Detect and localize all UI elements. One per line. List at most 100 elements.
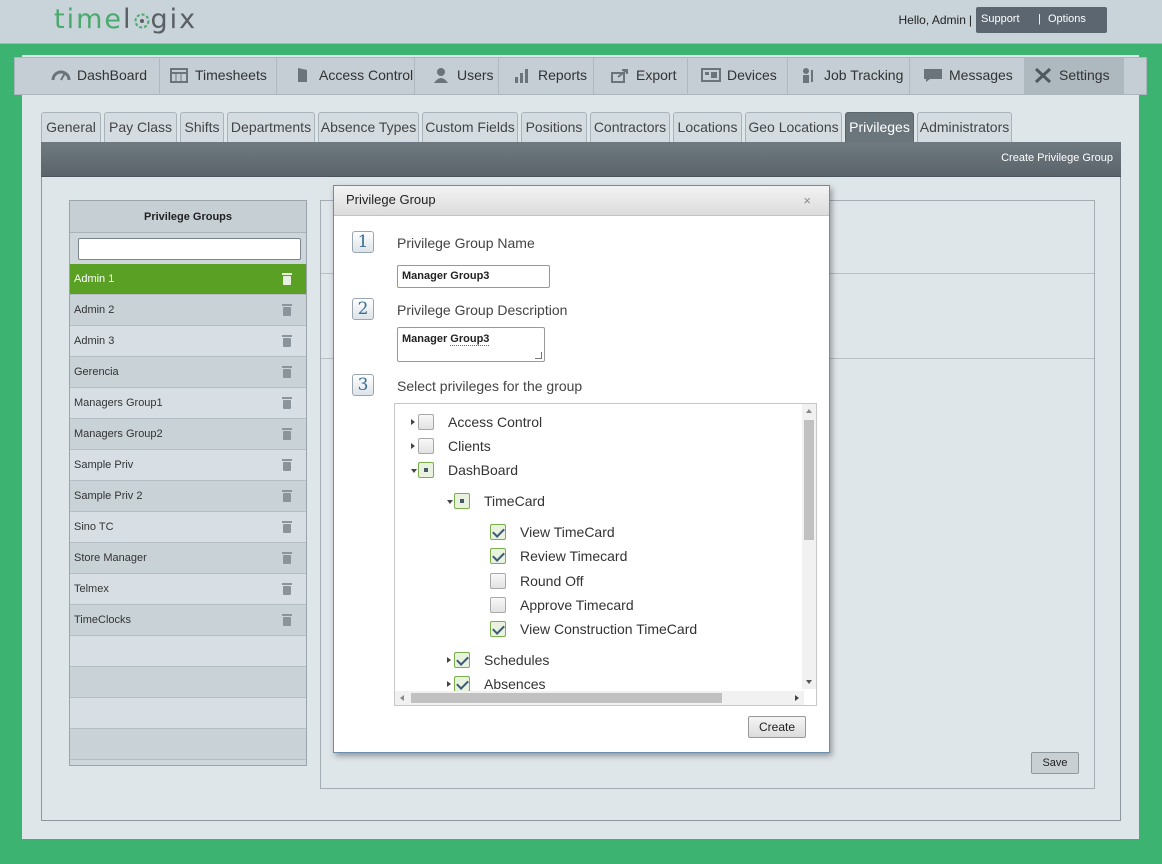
resize-handle-icon[interactable]: [535, 352, 542, 359]
collapse-arrow-icon[interactable]: [447, 500, 453, 504]
tab-absence-types[interactable]: Absence Types: [318, 112, 419, 142]
expand-arrow-icon[interactable]: [411, 443, 415, 449]
trash-icon[interactable]: [282, 582, 292, 595]
trash-icon[interactable]: [282, 365, 292, 378]
trash-icon[interactable]: [282, 334, 292, 347]
privilege-checkbox[interactable]: [490, 573, 506, 589]
trash-icon[interactable]: [282, 551, 292, 564]
trash-icon[interactable]: [282, 396, 292, 409]
group-list-item[interactable]: Telmex: [70, 574, 306, 605]
tab-departments[interactable]: Departments: [227, 112, 315, 142]
tree-vertical-scrollbar[interactable]: [802, 404, 816, 689]
privilege-checkbox[interactable]: [490, 548, 506, 564]
tab-custom-fields[interactable]: Custom Fields: [422, 112, 518, 142]
groups-search-input[interactable]: [78, 238, 301, 260]
group-list-item[interactable]: Sample Priv 2: [70, 481, 306, 512]
group-list-item[interactable]: Admin 3: [70, 326, 306, 357]
create-button[interactable]: Create: [748, 716, 806, 738]
group-description-input[interactable]: Manager Group3: [397, 327, 545, 362]
trash-icon[interactable]: [282, 520, 292, 533]
tab-positions[interactable]: Positions: [521, 112, 587, 142]
group-list-item[interactable]: Managers Group1: [70, 388, 306, 419]
scroll-left-icon[interactable]: [400, 695, 404, 701]
nav-settings[interactable]: Settings: [1025, 58, 1124, 94]
privilege-checkbox[interactable]: [490, 524, 506, 540]
privilege-checkbox[interactable]: [490, 621, 506, 637]
privilege-tree-item: TimeCard: [395, 492, 795, 514]
tab-pay-class[interactable]: Pay Class: [104, 112, 177, 142]
nav-reports[interactable]: Reports: [504, 58, 594, 94]
group-list-item[interactable]: Admin 1: [70, 264, 306, 295]
group-list-item[interactable]: TimeClocks: [70, 605, 306, 636]
group-list-item[interactable]: Admin 2: [70, 295, 306, 326]
expand-arrow-icon[interactable]: [447, 681, 451, 687]
privilege-checkbox[interactable]: [490, 597, 506, 613]
group-name-input[interactable]: Manager Group3: [397, 265, 550, 288]
tab-shifts[interactable]: Shifts: [180, 112, 224, 142]
main-nav: DashBoard Timesheets Access Control User…: [14, 57, 1147, 95]
top-header: timel gix Hello, Admin | Support | Options: [0, 0, 1162, 44]
tab-privileges[interactable]: Privileges: [845, 112, 914, 142]
privilege-label: View TimeCard: [520, 524, 615, 540]
tab-locations[interactable]: Locations: [673, 112, 742, 142]
privilege-label: View Construction TimeCard: [520, 621, 698, 637]
logo-clock-icon: [134, 13, 150, 29]
privilege-checkbox[interactable]: [454, 493, 470, 509]
tab-geo-locations[interactable]: Geo Locations: [745, 112, 842, 142]
group-list-item[interactable]: Managers Group2: [70, 419, 306, 450]
create-privilege-group-button[interactable]: Create Privilege Group: [1001, 152, 1113, 164]
nav-job-tracking[interactable]: Job Tracking: [790, 58, 910, 94]
nav-timesheets[interactable]: Timesheets: [161, 58, 277, 94]
group-list-item[interactable]: Store Manager: [70, 543, 306, 574]
group-list-item[interactable]: Sino TC: [70, 512, 306, 543]
expand-arrow-icon[interactable]: [411, 419, 415, 425]
trash-icon[interactable]: [282, 458, 292, 471]
collapse-arrow-icon[interactable]: [411, 469, 417, 473]
privilege-checkbox[interactable]: [454, 676, 470, 692]
nav-dashboard[interactable]: DashBoard: [43, 58, 160, 94]
support-link[interactable]: Support: [981, 13, 1020, 25]
save-button[interactable]: Save: [1031, 752, 1079, 774]
nav-messages[interactable]: Messages: [915, 58, 1025, 94]
chat-icon: [924, 69, 942, 82]
trash-icon[interactable]: [282, 303, 292, 316]
expand-arrow-icon[interactable]: [447, 657, 451, 663]
trash-icon[interactable]: [282, 489, 292, 502]
privilege-label: Access Control: [448, 414, 543, 430]
trash-icon[interactable]: [282, 272, 292, 285]
scroll-thumb[interactable]: [411, 693, 722, 703]
nav-devices[interactable]: Devices: [693, 58, 788, 94]
tree-horizontal-scrollbar[interactable]: [395, 691, 804, 705]
timelogix-logo[interactable]: timel gix: [54, 4, 197, 35]
scroll-right-icon[interactable]: [795, 695, 799, 701]
trash-icon[interactable]: [282, 427, 292, 440]
group-list-item[interactable]: Gerencia: [70, 357, 306, 388]
trash-icon[interactable]: [282, 613, 292, 626]
group-list-item[interactable]: Sample Priv: [70, 450, 306, 481]
options-link[interactable]: Options: [1048, 13, 1086, 25]
nav-users[interactable]: Users: [423, 58, 499, 94]
privilege-tree-item: View Construction TimeCard: [395, 620, 795, 642]
group-name-label: Sino TC: [74, 521, 114, 533]
greeting: Hello, Admin |: [898, 13, 973, 27]
tab-contractors[interactable]: Contractors: [590, 112, 670, 142]
privilege-checkbox[interactable]: [418, 462, 434, 478]
privilege-checkbox[interactable]: [418, 438, 434, 454]
devices-icon: [701, 68, 721, 82]
privilege-label: TimeCard: [484, 493, 545, 509]
scroll-down-icon[interactable]: [806, 680, 812, 684]
tab-general[interactable]: General: [41, 112, 101, 142]
export-icon: [611, 69, 628, 83]
privilege-label: Review Timecard: [520, 548, 628, 564]
nav-access-control[interactable]: Access Control: [285, 58, 415, 94]
group-list-empty-row: [70, 667, 306, 698]
privilege-checkbox[interactable]: [454, 652, 470, 668]
nav-export[interactable]: Export: [602, 58, 688, 94]
tab-administrators[interactable]: Administrators: [917, 112, 1012, 142]
privilege-tree-item: Clients: [395, 437, 795, 459]
scroll-up-icon[interactable]: [806, 409, 812, 413]
close-icon[interactable]: ×: [803, 193, 811, 208]
privilege-checkbox[interactable]: [418, 414, 434, 430]
scroll-thumb[interactable]: [804, 420, 814, 540]
group-name-label: Gerencia: [74, 366, 119, 378]
